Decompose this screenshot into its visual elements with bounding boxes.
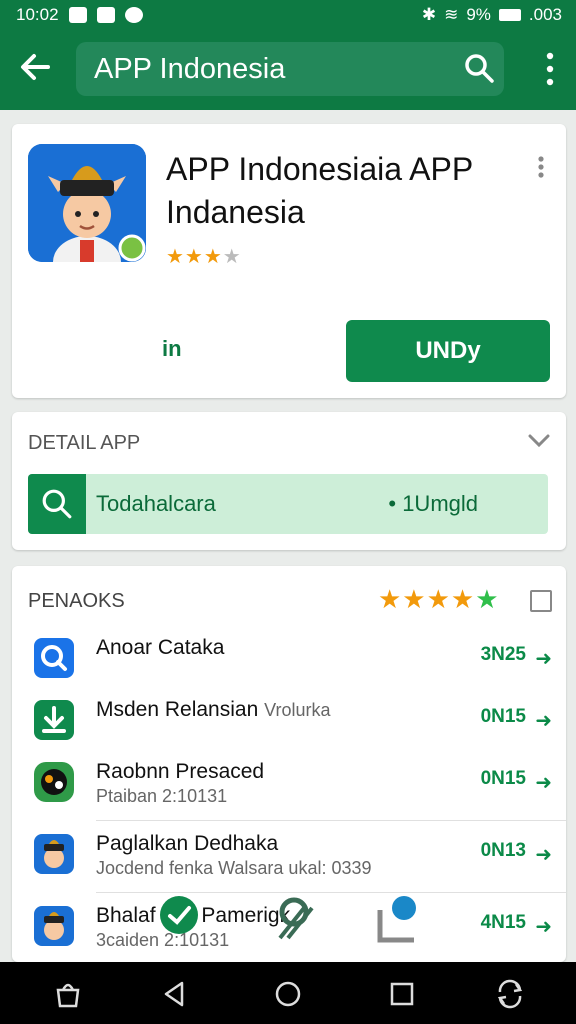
download-arrow-icon[interactable]: ➜ [535,914,552,939]
search-input[interactable]: APP Indonesia [76,42,504,96]
status-time: 10:02 [16,5,59,24]
download-app-icon [34,700,74,740]
detail-title: DETAIL APP [28,432,141,454]
divider [96,892,566,893]
list-item-title: Anoar Cataka [96,636,225,659]
notification-icon [124,7,143,23]
list-item-subtitle: 3caiden 2:10131 [96,930,230,950]
related-stars-orange: ★★★★ [378,584,476,614]
download-arrow-icon[interactable]: ➜ [535,708,552,733]
detail-row-value: • 1Umgld [388,491,478,516]
list-item-title: Paglalkan Dedhaka [96,832,279,855]
shopping-bag-icon[interactable] [52,978,84,1010]
rating-empty-star: ★ [222,246,242,268]
list-item-size: 0N13 [480,840,526,861]
bluetooth-icon: ✱ [421,5,437,24]
bookmark-icon[interactable] [530,590,552,612]
rating-filled-stars: ★★★ [166,246,223,268]
list-item-size: 0N15 [480,706,526,727]
list-item-title: Raobnn Presaced [96,760,265,783]
notification-icon [96,7,115,23]
download-arrow-icon[interactable]: ➜ [535,770,552,795]
app-header-card: APP Indonesiaia APP Indanesia ★★★★ in UN… [12,124,566,398]
detail-card: DETAIL APP Todahalcara • 1Umgld [12,412,566,550]
secondary-action-button[interactable]: in [162,336,182,362]
related-stars: ★★★★★ [378,584,500,615]
list-item-subtitle: Jocdend fenka Walsara ukal: 0339 [96,858,372,878]
list-item[interactable]: Raobnn Presaced Ptaiban 2:10131 0N15 ➜ [12,752,566,816]
character-app-icon [34,834,74,874]
back-arrow-icon[interactable] [18,50,52,84]
overflow-menu-icon[interactable] [546,52,554,86]
detail-search-box [28,474,86,534]
system-nav-bar [0,962,576,1024]
search-icon[interactable] [464,53,494,83]
app-bar: APP Indonesia [0,30,576,110]
list-item[interactable]: Bhalaf Pamerigk 3caiden 2:10131 4N15 ➜ [12,896,566,960]
list-item[interactable]: Paglalkan Dedhaka Jocdend fenka Walsara … [12,824,566,888]
character-icon [28,144,146,262]
app-title: APP Indonesiaia APP Indanesia [166,151,473,230]
related-title: PENAOKS [28,590,125,612]
list-item-title: Bhalaf Pamerigk [96,904,291,927]
list-item-size: 3N25 [480,644,526,665]
list-item[interactable]: Anoar Cataka 3N25 ➜ [12,628,566,692]
character-app-icon [34,906,74,946]
detail-row-label: Todahalcara [96,491,216,516]
list-item-title: Msden Relansian Vrolurka [96,698,331,721]
divider [96,820,566,821]
rotate-icon[interactable] [494,978,526,1010]
battery-percent: 9% [466,5,491,24]
download-arrow-icon[interactable]: ➜ [535,646,552,671]
notification-icon [68,7,87,23]
recents-nav-icon[interactable] [386,978,418,1010]
download-arrow-icon[interactable]: ➜ [535,842,552,867]
detail-row[interactable]: Todahalcara • 1Umgld [28,474,548,534]
related-star-green: ★ [475,584,500,614]
search-icon [42,489,72,519]
battery-icon [498,9,521,21]
search-query: APP Indonesia [94,53,286,85]
home-nav-icon[interactable] [272,978,304,1010]
list-item[interactable]: Msden Relansian Vrolurka 0N15 ➜ [12,690,566,754]
related-apps-card: PENAOKS ★★★★★ Anoar Cataka 3N25 ➜ Msden … [12,566,566,962]
list-item-subtitle: Ptaiban 2:10131 [96,786,228,806]
chevron-down-icon[interactable] [528,434,550,448]
install-button[interactable]: UNDy [346,320,550,382]
list-item-size: 0N15 [480,768,526,789]
game-app-icon [34,762,74,802]
wifi-icon: ≋ [444,5,459,24]
app-more-icon[interactable] [538,156,544,178]
status-extra: .003 [528,5,562,24]
app-rating: ★★★★ [166,244,242,269]
status-bar: 10:02 ✱ ≋ 9% .003 [0,0,576,30]
search-app-icon [34,638,74,678]
app-icon [28,144,146,262]
back-nav-icon[interactable] [158,978,190,1010]
list-item-size: 4N15 [480,912,526,933]
